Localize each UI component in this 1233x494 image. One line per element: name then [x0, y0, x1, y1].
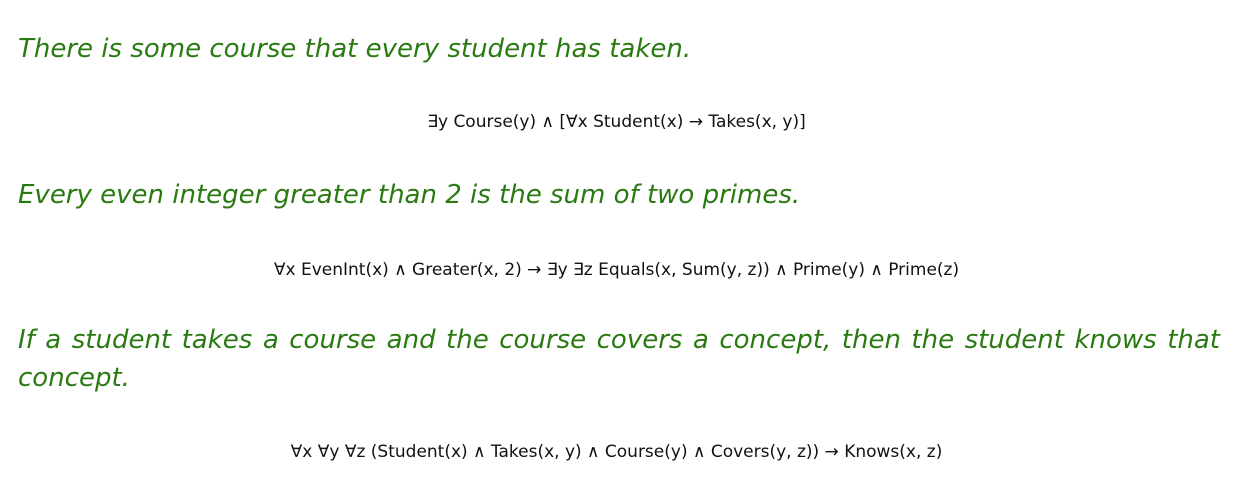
statement-2-formula: ∀x EvenInt(x) ∧ Greater(x, 2) → ∃y ∃z Eq… — [273, 260, 960, 280]
statement-1-formula: ∃y Course(y) ∧ [∀x Student(x) → Takes(x,… — [427, 112, 806, 132]
statement-1-sentence: There is some course that every student … — [18, 34, 692, 64]
statement-2-sentence: Every even integer greater than 2 is the… — [18, 180, 801, 210]
slide-page: There is some course that every student … — [0, 0, 1233, 494]
statement-3-formula: ∀x ∀y ∀z (Student(x) ∧ Takes(x, y) ∧ Cou… — [290, 442, 943, 462]
statement-3-sentence: If a student takes a course and the cour… — [18, 325, 1220, 393]
